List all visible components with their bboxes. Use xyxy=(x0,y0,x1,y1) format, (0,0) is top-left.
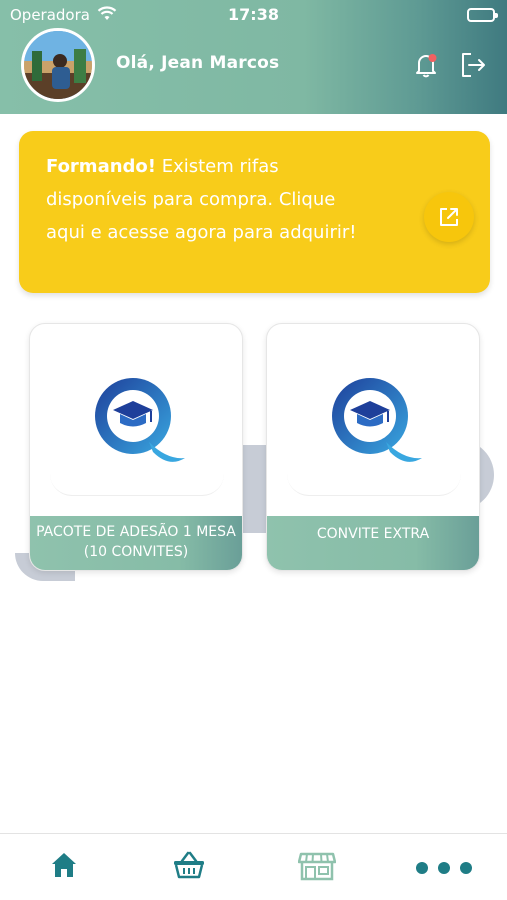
card-divider xyxy=(50,474,224,496)
home-icon xyxy=(52,853,76,877)
logout-icon[interactable] xyxy=(458,50,488,84)
tab-more[interactable] xyxy=(414,856,474,876)
store-icon xyxy=(298,852,336,881)
status-time: 17:38 xyxy=(228,5,279,24)
avatar[interactable] xyxy=(21,28,95,102)
battery-icon xyxy=(467,8,498,22)
graduation-logo-icon xyxy=(87,372,187,476)
product-card-extra-invite[interactable]: CONVITE EXTRA xyxy=(266,323,480,571)
banner-bold-text: Formando! xyxy=(46,156,156,177)
product-label: CONVITE EXTRA xyxy=(267,516,479,570)
tab-store[interactable] xyxy=(298,850,338,884)
product-label: PACOTE DE ADESÃO 1 MESA (10 CONVITES) xyxy=(30,516,242,570)
external-link-icon xyxy=(440,208,458,226)
tab-basket[interactable] xyxy=(172,850,212,884)
bottom-tab-bar xyxy=(0,833,507,900)
banner-message: Formando! Existem rifas disponíveis para… xyxy=(46,150,376,249)
graduation-logo-icon xyxy=(324,372,424,476)
notification-bell-icon[interactable] xyxy=(412,50,442,84)
tab-home[interactable] xyxy=(49,850,89,884)
user-greeting: Olá, Jean Marcos xyxy=(116,53,280,73)
card-divider xyxy=(287,474,461,496)
open-raffle-button[interactable] xyxy=(424,192,474,242)
status-bar: Operadora 17:38 xyxy=(0,0,507,30)
product-card-adhesion-package[interactable]: PACOTE DE ADESÃO 1 MESA (10 CONVITES) xyxy=(29,323,243,571)
app-header: Operadora 17:38 Olá, Jean Marcos xyxy=(0,0,507,114)
raffle-banner[interactable]: Formando! Existem rifas disponíveis para… xyxy=(19,131,490,293)
basket-icon xyxy=(174,851,204,879)
